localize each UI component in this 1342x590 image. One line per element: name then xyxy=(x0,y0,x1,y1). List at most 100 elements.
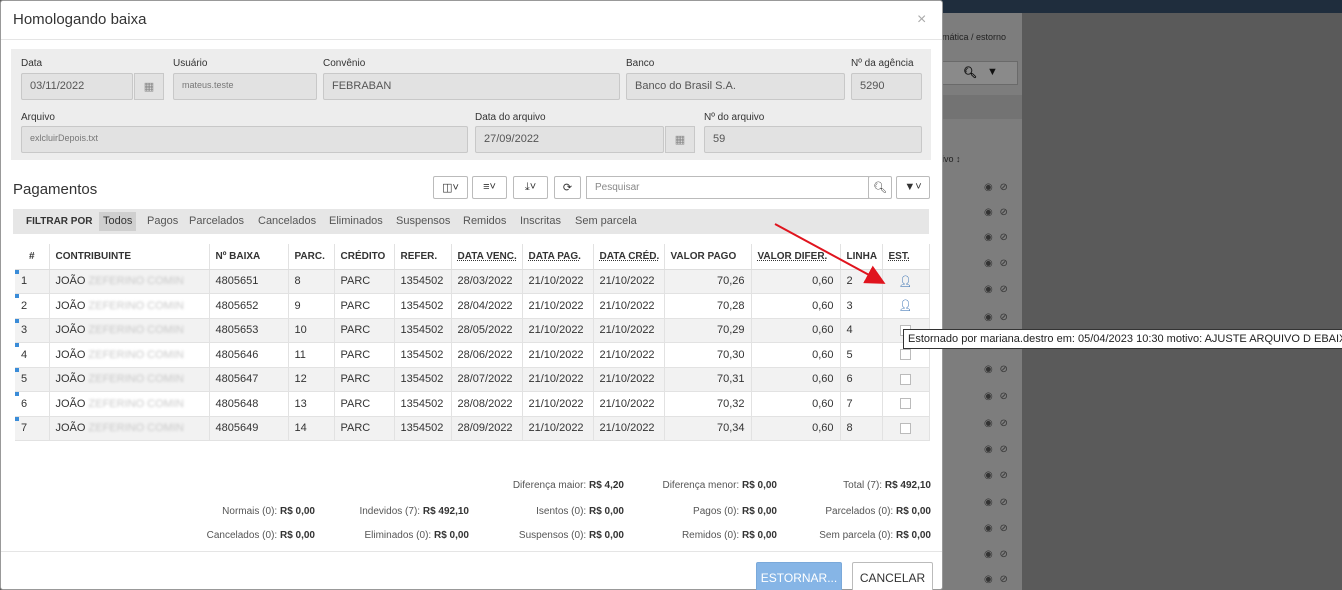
total-dif-maior-label: Diferença maior: xyxy=(512,480,587,491)
close-icon[interactable]: × xyxy=(917,11,926,29)
total-sem-parcela-label: Sem parcela (0): xyxy=(819,530,894,541)
cell-contribuinte: JOÃO ZEFERINO COMIN xyxy=(49,293,210,319)
total-remidos-label: Remidos (0): xyxy=(681,530,740,541)
table-row[interactable]: 2 JOÃO ZEFERINO COMIN 4805652 9 PARC 1354502 2… xyxy=(15,293,930,319)
refresh-button[interactable]: ⟳ xyxy=(554,176,581,199)
convenio-field[interactable]: FEBRABAN xyxy=(323,73,620,100)
columns-toggle-button[interactable]: ◫˅ xyxy=(433,176,468,199)
cell-contribuinte-nome: JOÃO xyxy=(55,299,86,312)
list-icon: ≡˅ xyxy=(483,181,496,193)
row-marker xyxy=(15,269,19,274)
table-row[interactable]: 1 JOÃO ZEFERINO COMIN 4805651 8 PARC 1354502 2… xyxy=(15,269,930,294)
bg-row-icon-pair: ◉ ⊘ xyxy=(984,549,1010,560)
cell-baixa: 4805652 xyxy=(209,293,289,319)
cell-data-cred: 21/10/2022 xyxy=(593,367,665,392)
total-cancelados: Cancelados (0): R$ 0,00 xyxy=(207,530,315,541)
pagamentos-title: Pagamentos xyxy=(13,181,98,198)
cell-parc: 10 xyxy=(288,318,335,343)
cancelar-button[interactable]: CANCELAR xyxy=(852,562,933,590)
cell-index-value: 5 xyxy=(21,373,28,386)
cell-contribuinte-sobrenome: ZEFERINO COMIN xyxy=(88,373,184,386)
cell-baixa: 4805653 xyxy=(209,318,289,343)
col-header-data-cred[interactable]: DATA CRÉD. xyxy=(593,244,665,270)
cell-index-value: 1 xyxy=(21,275,28,288)
search-button[interactable]: 🔍︎ xyxy=(868,176,892,199)
col-header-valor-difer[interactable]: VALOR DIFER. xyxy=(751,244,841,270)
filter-todos[interactable]: Todos xyxy=(99,212,137,231)
col-header-credito[interactable]: CRÉDITO xyxy=(334,244,395,270)
cell-est[interactable] xyxy=(882,391,930,417)
table-row[interactable]: 3 JOÃO ZEFERINO COMIN 4805653 10 PARC 1354502… xyxy=(15,318,930,343)
cell-contribuinte: JOÃO ZEFERINO COMIN xyxy=(49,391,210,417)
filter-inscritas[interactable]: Inscritas xyxy=(516,212,565,231)
user-icon[interactable]: 👤︎ xyxy=(899,300,913,312)
table-row[interactable]: 7 JOÃO ZEFERINO COMIN 4805649 14 PARC 1354502… xyxy=(15,416,930,441)
cell-parc: 13 xyxy=(288,391,335,417)
est-checkbox[interactable] xyxy=(900,422,911,434)
col-header-est[interactable]: EST. xyxy=(882,244,930,270)
table-row[interactable]: 6 JOÃO ZEFERINO COMIN 4805648 13 PARC 1354502… xyxy=(15,391,930,417)
cell-index: 7 xyxy=(15,416,50,441)
num-arquivo-field[interactable]: 59 xyxy=(704,126,922,153)
filter-parcelados[interactable]: Parcelados xyxy=(185,212,248,231)
cell-data-venc: 28/04/2022 xyxy=(451,293,523,319)
total-pagos: Pagos (0): R$ 0,00 xyxy=(693,506,777,517)
filter-eliminados[interactable]: Eliminados xyxy=(325,212,387,231)
usuario-field[interactable]: mateus.teste xyxy=(173,73,317,100)
cell-credito: PARC xyxy=(334,293,395,319)
col-header-baixa[interactable]: Nº BAIXA xyxy=(209,244,289,270)
col-header-data-venc[interactable]: DATA VENC. xyxy=(451,244,523,270)
col-header-parc[interactable]: PARC. xyxy=(288,244,335,270)
bg-row-icon-pair: ◉ ⊘ xyxy=(984,574,1010,585)
export-button[interactable]: ⤓˅ xyxy=(513,176,548,199)
calendar-icon[interactable]: ▦ xyxy=(665,126,695,153)
banco-label: Banco xyxy=(626,58,655,69)
filter-cancelados[interactable]: Cancelados xyxy=(254,212,320,231)
total-indevidos: Indevidos (7): R$ 492,10 xyxy=(359,506,469,517)
col-header-est-label: EST. xyxy=(888,250,910,262)
banco-field[interactable]: Banco do Brasil S.A. xyxy=(626,73,845,100)
refresh-icon: ⟳ xyxy=(562,182,573,194)
agencia-field[interactable]: 5290 xyxy=(851,73,922,100)
cell-valor-pago: 70,28 xyxy=(664,293,752,319)
estornar-button[interactable]: ESTORNAR... xyxy=(756,562,842,590)
col-header-valor-pago[interactable]: VALOR PAGO xyxy=(664,244,752,270)
calendar-icon[interactable]: ▦ xyxy=(134,73,164,100)
total-cancelados-label: Cancelados (0): xyxy=(206,530,278,541)
total-remidos-value: R$ 0,00 xyxy=(741,530,777,541)
col-header-index[interactable]: # xyxy=(15,244,50,270)
table-row[interactable]: 5 JOÃO ZEFERINO COMIN 4805647 12 PARC 1354502… xyxy=(15,367,930,392)
cell-est[interactable]: 👤︎ xyxy=(882,293,930,319)
cell-est[interactable] xyxy=(882,367,930,392)
arquivo-field[interactable]: exlcluirDepois.txt xyxy=(21,126,468,153)
filter-sem-parcela[interactable]: Sem parcela xyxy=(571,212,641,231)
est-checkbox[interactable] xyxy=(900,373,911,385)
agencia-label: Nº da agência xyxy=(851,58,914,69)
density-toggle-button[interactable]: ≡˅ xyxy=(472,176,507,199)
data-arquivo-field[interactable]: 27/09/2022 xyxy=(475,126,664,153)
cell-contribuinte-sobrenome: ZEFERINO COMIN xyxy=(88,348,184,361)
cell-contribuinte: JOÃO ZEFERINO COMIN xyxy=(49,367,210,392)
col-header-refer[interactable]: REFER. xyxy=(394,244,452,270)
filter-suspensos[interactable]: Suspensos xyxy=(392,212,454,231)
est-checkbox[interactable] xyxy=(900,349,911,361)
bg-row-icon-pair: ◉ ⊘ xyxy=(984,444,1010,455)
cell-refer: 1354502 xyxy=(394,318,452,343)
filter-button[interactable]: ▼˅ xyxy=(896,176,930,199)
total-dif-maior-value: R$ 4,20 xyxy=(588,480,624,491)
data-field[interactable]: 03/11/2022 xyxy=(21,73,133,100)
filter-remidos[interactable]: Remidos xyxy=(459,212,510,231)
search-input[interactable]: Pesquisar xyxy=(586,176,869,199)
col-header-contribuinte[interactable]: CONTRIBUINTE xyxy=(49,244,210,270)
col-header-linha[interactable]: LINHA xyxy=(840,244,883,270)
user-icon[interactable]: 👤︎ xyxy=(899,276,913,288)
filter-pagos[interactable]: Pagos xyxy=(143,212,182,231)
cell-credito: PARC xyxy=(334,318,395,343)
col-header-data-pag[interactable]: DATA PAG. xyxy=(522,244,594,270)
table-row[interactable]: 4 JOÃO ZEFERINO COMIN 4805646 11 PARC 1354502… xyxy=(15,342,930,368)
bg-row-icon-pair: ◉ ⊘ xyxy=(984,418,1010,429)
cell-est[interactable] xyxy=(882,416,930,441)
cell-est[interactable]: 👤︎ xyxy=(882,269,930,294)
est-checkbox[interactable] xyxy=(900,398,911,410)
cell-parc: 9 xyxy=(288,293,335,319)
